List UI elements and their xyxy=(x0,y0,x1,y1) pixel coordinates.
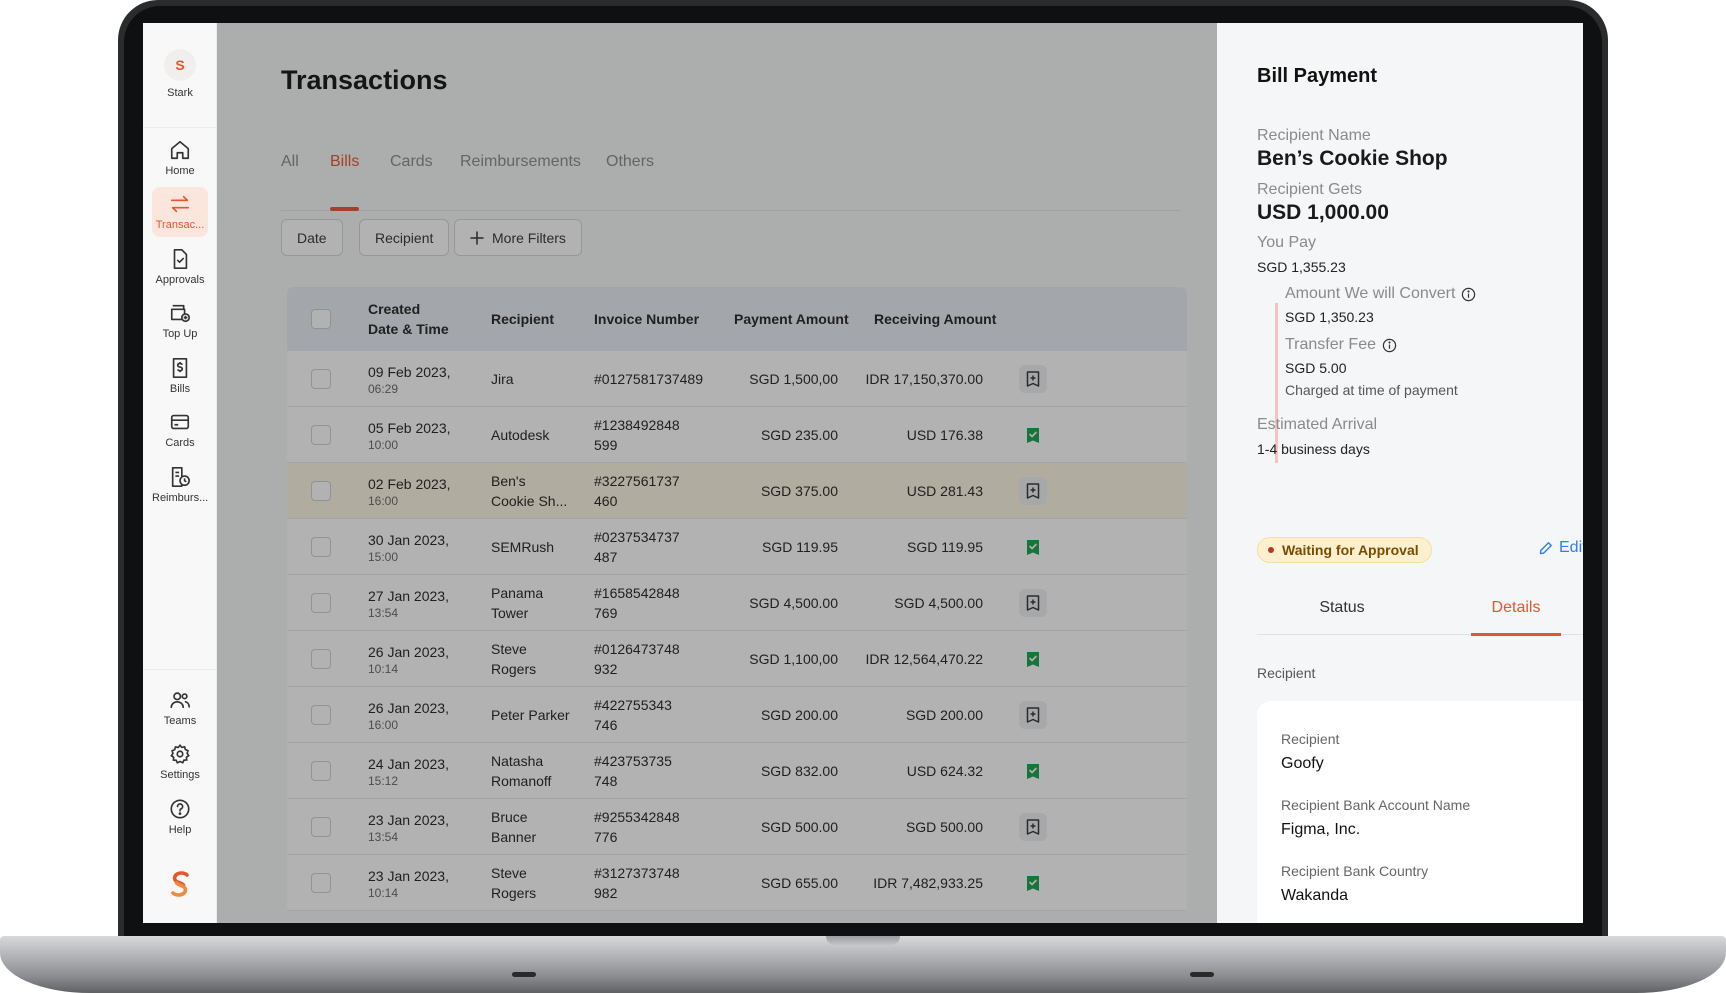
sidebar-item-label: Home xyxy=(165,165,195,177)
recipient-details-card: Recipient Goofy Recipient Bank Account N… xyxy=(1257,701,1583,923)
tab-status[interactable]: Status xyxy=(1297,591,1387,635)
tab-details[interactable]: Details xyxy=(1471,591,1561,636)
brand-logo xyxy=(171,871,189,897)
detail-label: Recipient xyxy=(1281,731,1340,747)
sidebar-item-label: Bills xyxy=(169,383,191,395)
you-pay-label: You Pay xyxy=(1257,234,1317,251)
info-icon[interactable] xyxy=(1461,287,1476,302)
sidebar-item-label: Help xyxy=(168,824,192,836)
sidebar-item-label: Teams xyxy=(163,715,197,727)
fee-label-text: Transfer Fee xyxy=(1285,336,1376,353)
sidebar-divider xyxy=(143,669,217,670)
sidebar-item-label: Approvals xyxy=(155,274,205,286)
detail-label: Recipient Bank Account Name xyxy=(1281,797,1471,813)
recipient-name-label: Recipient Name xyxy=(1257,127,1371,144)
modal-backdrop[interactable] xyxy=(217,23,1217,923)
recipient-gets-label: Recipient Gets xyxy=(1257,181,1362,198)
user-profile[interactable]: S Stark xyxy=(143,49,217,99)
laptop-foot xyxy=(1190,972,1214,977)
status-badge: Waiting for Approval xyxy=(1257,537,1432,563)
main-content: Transactions All Bills Cards Reimburseme… xyxy=(217,23,1583,923)
wallet-plus-icon xyxy=(170,304,190,323)
laptop-notch xyxy=(826,936,900,945)
sidebar-item-label: Top Up xyxy=(162,328,198,340)
detail-value: Goofy xyxy=(1281,755,1324,772)
receipt-clock-icon xyxy=(171,467,190,487)
edit-bill-link[interactable]: Edit Bill xyxy=(1539,539,1583,557)
laptop-base xyxy=(0,936,1726,993)
pencil-icon xyxy=(1539,542,1552,555)
convert-label-text: Amount We will Convert xyxy=(1285,285,1456,302)
sidebar-divider xyxy=(143,127,217,128)
detail-value: Wakanda xyxy=(1281,887,1348,904)
drawer-title: Bill Payment xyxy=(1257,65,1378,87)
edit-bill-label: Edit Bill xyxy=(1559,539,1583,556)
sidebar-item-label: Settings xyxy=(160,769,200,781)
help-circle-icon xyxy=(170,799,190,819)
status-badge-label: Waiting for Approval xyxy=(1282,542,1419,558)
status-dot xyxy=(1268,547,1274,553)
arrival-label: Estimated Arrival xyxy=(1257,416,1378,433)
home-icon xyxy=(170,140,190,160)
detail-value: Figma, Inc. xyxy=(1281,821,1361,838)
sidebar-item-help[interactable]: Help xyxy=(152,792,208,842)
fee-label: Transfer Fee xyxy=(1285,336,1397,354)
recipient-name-value: Ben’s Cookie Shop xyxy=(1257,147,1448,170)
bill-dollar-icon xyxy=(172,358,188,378)
avatar[interactable]: S xyxy=(164,49,196,81)
sidebar-item-transactions[interactable]: Transac... xyxy=(152,187,208,237)
drawer-tabs: Status Details xyxy=(1257,591,1583,636)
sidebar-item-home[interactable]: Home xyxy=(152,133,208,183)
section-label: Recipient xyxy=(1257,665,1316,681)
users-icon xyxy=(170,692,190,709)
sidebar-item-approvals[interactable]: Approvals xyxy=(152,242,208,292)
sidebar-item-top-up[interactable]: Top Up xyxy=(152,296,208,346)
user-name: Stark xyxy=(167,87,193,99)
breakdown-divider xyxy=(1275,303,1278,463)
fee-value: SGD 5.00 xyxy=(1285,360,1347,376)
document-check-icon xyxy=(173,249,188,269)
sidebar-item-teams[interactable]: Teams xyxy=(152,683,208,733)
laptop-foot xyxy=(512,972,536,977)
detail-label: Recipient Bank Country xyxy=(1281,863,1429,879)
info-icon[interactable] xyxy=(1382,338,1397,353)
sidebar-item-settings[interactable]: Settings xyxy=(152,737,208,787)
sidebar-item-bills[interactable]: Bills xyxy=(152,351,208,401)
sidebar-item-label: Reimburs... xyxy=(152,492,208,504)
convert-label: Amount We will Convert xyxy=(1285,285,1476,303)
bill-payment-drawer: Bill Payment Recipient Name Ben’s Cookie… xyxy=(1217,23,1583,923)
gear-icon xyxy=(170,744,190,764)
transfer-arrows-icon xyxy=(170,195,190,213)
sidebar-item-cards[interactable]: Cards xyxy=(152,405,208,455)
sidebar-item-label: Transac... xyxy=(155,219,205,231)
fee-note: Charged at time of payment xyxy=(1285,382,1458,398)
sidebar-item-reimbursements[interactable]: Reimburs... xyxy=(152,460,208,510)
sidebar-item-label: Cards xyxy=(165,437,195,449)
sidebar: S Stark Home Transac... Approvals Top Up… xyxy=(143,23,217,923)
credit-card-icon xyxy=(170,414,190,430)
convert-value: SGD 1,350.23 xyxy=(1285,309,1374,325)
app-screen: S Stark Home Transac... Approvals Top Up… xyxy=(143,23,1583,923)
recipient-gets-value: USD 1,000.00 xyxy=(1257,201,1389,224)
you-pay-value: SGD 1,355.23 xyxy=(1257,259,1346,275)
arrival-value: 1-4 business days xyxy=(1257,441,1370,457)
